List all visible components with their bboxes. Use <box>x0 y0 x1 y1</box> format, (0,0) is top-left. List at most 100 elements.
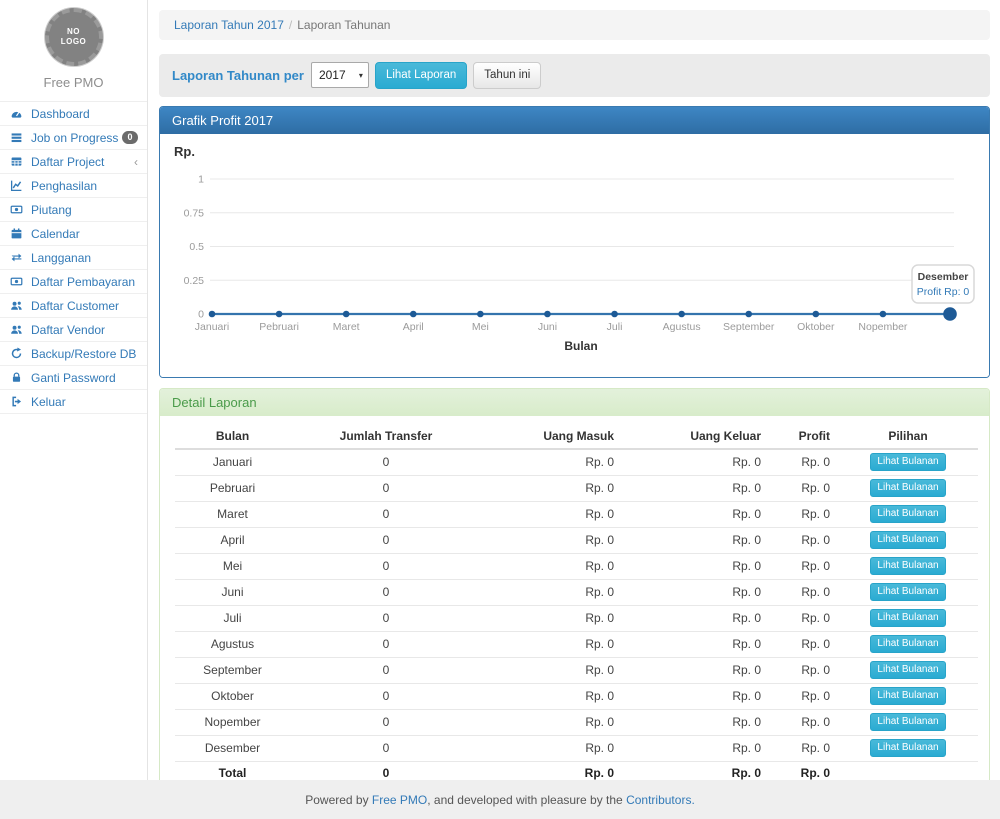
lihat-bulanan-button[interactable]: Lihat Bulanan <box>870 635 945 653</box>
sidebar-item-calendar[interactable]: Calendar <box>0 222 147 246</box>
lihat-bulanan-button[interactable]: Lihat Bulanan <box>870 661 945 679</box>
sidebar-item-label: Ganti Password <box>31 371 116 385</box>
cell-uang_keluar: Rp. 0 <box>622 501 769 527</box>
lihat-laporan-button[interactable]: Lihat Laporan <box>375 62 467 89</box>
cell-bulan: Nopember <box>175 709 290 735</box>
lihat-bulanan-button[interactable]: Lihat Bulanan <box>870 713 945 731</box>
cell-jumlah_transfer: 0 <box>290 709 482 735</box>
sidebar-item-label: Penghasilan <box>31 179 97 193</box>
monthly-report-table: BulanJumlah TransferUang MasukUang Kelua… <box>175 424 978 786</box>
sidebar-item-daftar-vendor[interactable]: Daftar Vendor <box>0 318 147 342</box>
cell-uang_masuk: Rp. 0 <box>482 735 622 761</box>
cell-uang_masuk: Rp. 0 <box>482 449 622 476</box>
cell-uang_masuk: Rp. 0 <box>482 657 622 683</box>
cell-uang_masuk: Rp. 0 <box>482 527 622 553</box>
cell-uang_keluar: Rp. 0 <box>622 475 769 501</box>
cell-profit: Rp. 0 <box>769 475 838 501</box>
lock-icon <box>10 371 25 384</box>
cell-jumlah_transfer: 0 <box>290 579 482 605</box>
sidebar-item-keluar[interactable]: Keluar <box>0 390 147 414</box>
sidebar-item-label: Keluar <box>31 395 66 409</box>
footer-prefix: Powered by <box>305 793 372 807</box>
table-row-oktober: Oktober0Rp. 0Rp. 0Rp. 0Lihat Bulanan <box>175 683 978 709</box>
tahun-ini-button[interactable]: Tahun ini <box>473 62 541 89</box>
lihat-bulanan-button[interactable]: Lihat Bulanan <box>870 687 945 705</box>
svg-text:0: 0 <box>198 308 204 320</box>
cell-profit: Rp. 0 <box>769 735 838 761</box>
table-row-maret: Maret0Rp. 0Rp. 0Rp. 0Lihat Bulanan <box>175 501 978 527</box>
cell-jumlah_transfer: 0 <box>290 475 482 501</box>
lihat-bulanan-button[interactable]: Lihat Bulanan <box>870 479 945 497</box>
filter-label: Laporan Tahunan per <box>172 68 304 83</box>
cell-bulan: April <box>175 527 290 553</box>
svg-text:Nopember: Nopember <box>858 321 908 333</box>
cell-jumlah_transfer: 0 <box>290 527 482 553</box>
lihat-bulanan-button[interactable]: Lihat Bulanan <box>870 609 945 627</box>
cell-profit: Rp. 0 <box>769 683 838 709</box>
cell-jumlah_transfer: 0 <box>290 735 482 761</box>
table-row-agustus: Agustus0Rp. 0Rp. 0Rp. 0Lihat Bulanan <box>175 631 978 657</box>
cell-profit: Rp. 0 <box>769 553 838 579</box>
lihat-bulanan-button[interactable]: Lihat Bulanan <box>870 583 945 601</box>
table-row-september: September0Rp. 0Rp. 0Rp. 0Lihat Bulanan <box>175 657 978 683</box>
sidebar-item-label: Daftar Customer <box>31 299 119 313</box>
svg-text:0.25: 0.25 <box>184 275 205 287</box>
line-chart-icon <box>10 179 25 192</box>
cell-profit: Rp. 0 <box>769 449 838 476</box>
table-row-april: April0Rp. 0Rp. 0Rp. 0Lihat Bulanan <box>175 527 978 553</box>
sidebar-item-label: Job on Progress <box>31 131 118 145</box>
cell-profit: Rp. 0 <box>769 579 838 605</box>
table-row-juni: Juni0Rp. 0Rp. 0Rp. 0Lihat Bulanan <box>175 579 978 605</box>
cell-uang_keluar: Rp. 0 <box>622 527 769 553</box>
table-icon <box>10 155 25 168</box>
sidebar-item-daftar-pembayaran[interactable]: Daftar Pembayaran <box>0 270 147 294</box>
profit-chart-panel: Grafik Profit 2017 Rp.00.250.50.751Janua… <box>159 106 990 378</box>
breadcrumb-separator: / <box>284 18 297 32</box>
svg-text:Profit Rp: 0: Profit Rp: 0 <box>917 286 970 298</box>
sidebar-item-daftar-project[interactable]: Daftar Project‹ <box>0 150 147 174</box>
sidebar-item-daftar-customer[interactable]: Daftar Customer <box>0 294 147 318</box>
table-row-juli: Juli0Rp. 0Rp. 0Rp. 0Lihat Bulanan <box>175 605 978 631</box>
cell-bulan: Juli <box>175 605 290 631</box>
main-content: Laporan Tahun 2017/Laporan Tahunan Lapor… <box>149 0 1000 780</box>
breadcrumb-link-laporan-tahun[interactable]: Laporan Tahun 2017 <box>174 18 284 32</box>
cell-bulan: Oktober <box>175 683 290 709</box>
free-pmo-link[interactable]: Free PMO <box>372 793 427 807</box>
sidebar-item-dashboard[interactable]: Dashboard <box>0 102 147 126</box>
sidebar-item-label: Daftar Pembayaran <box>31 275 135 289</box>
lihat-bulanan-button[interactable]: Lihat Bulanan <box>870 531 945 549</box>
profit-line-chart[interactable]: Rp.00.250.50.751JanuariPebruariMaretApri… <box>160 134 989 377</box>
chevron-left-icon: ‹ <box>134 156 138 168</box>
report-filter-bar: Laporan Tahunan per 2017 ▾ Lihat Laporan… <box>159 54 990 97</box>
sidebar-item-penghasilan[interactable]: Penghasilan <box>0 174 147 198</box>
lihat-bulanan-button[interactable]: Lihat Bulanan <box>870 557 945 575</box>
sidebar-item-piutang[interactable]: Piutang <box>0 198 147 222</box>
lihat-bulanan-button[interactable]: Lihat Bulanan <box>870 453 945 471</box>
svg-text:Mei: Mei <box>472 321 489 333</box>
year-select[interactable]: 2017 ▾ <box>311 62 369 88</box>
sidebar-item-backup-restore-db[interactable]: Backup/Restore DB <box>0 342 147 366</box>
year-select-value: 2017 <box>319 68 346 82</box>
sidebar-item-langganan[interactable]: Langganan <box>0 246 147 270</box>
sidebar-item-ganti-password[interactable]: Ganti Password <box>0 366 147 390</box>
brand-name: Free PMO <box>0 75 147 90</box>
sidebar-item-job-on-progress[interactable]: Job on Progress0 <box>0 126 147 150</box>
sign-out-icon <box>10 395 25 408</box>
dashboard-icon <box>10 107 25 120</box>
chevron-down-icon: ▾ <box>359 71 363 80</box>
svg-text:April: April <box>403 321 424 333</box>
cell-profit: Rp. 0 <box>769 631 838 657</box>
cell-uang_masuk: Rp. 0 <box>482 553 622 579</box>
chart-tooltip: DesemberProfit Rp: 0 <box>912 265 974 303</box>
cell-bulan: September <box>175 657 290 683</box>
svg-text:Rp.: Rp. <box>174 144 195 159</box>
svg-text:Oktober: Oktober <box>797 321 835 333</box>
lihat-bulanan-button[interactable]: Lihat Bulanan <box>870 505 945 523</box>
profit-chart-title: Grafik Profit 2017 <box>160 107 989 134</box>
cell-jumlah_transfer: 0 <box>290 657 482 683</box>
sidebar-item-label: Calendar <box>31 227 80 241</box>
cell-uang_keluar: Rp. 0 <box>622 709 769 735</box>
contributors-link[interactable]: Contributors. <box>626 793 695 807</box>
svg-text:1: 1 <box>198 173 204 185</box>
lihat-bulanan-button[interactable]: Lihat Bulanan <box>870 739 945 757</box>
